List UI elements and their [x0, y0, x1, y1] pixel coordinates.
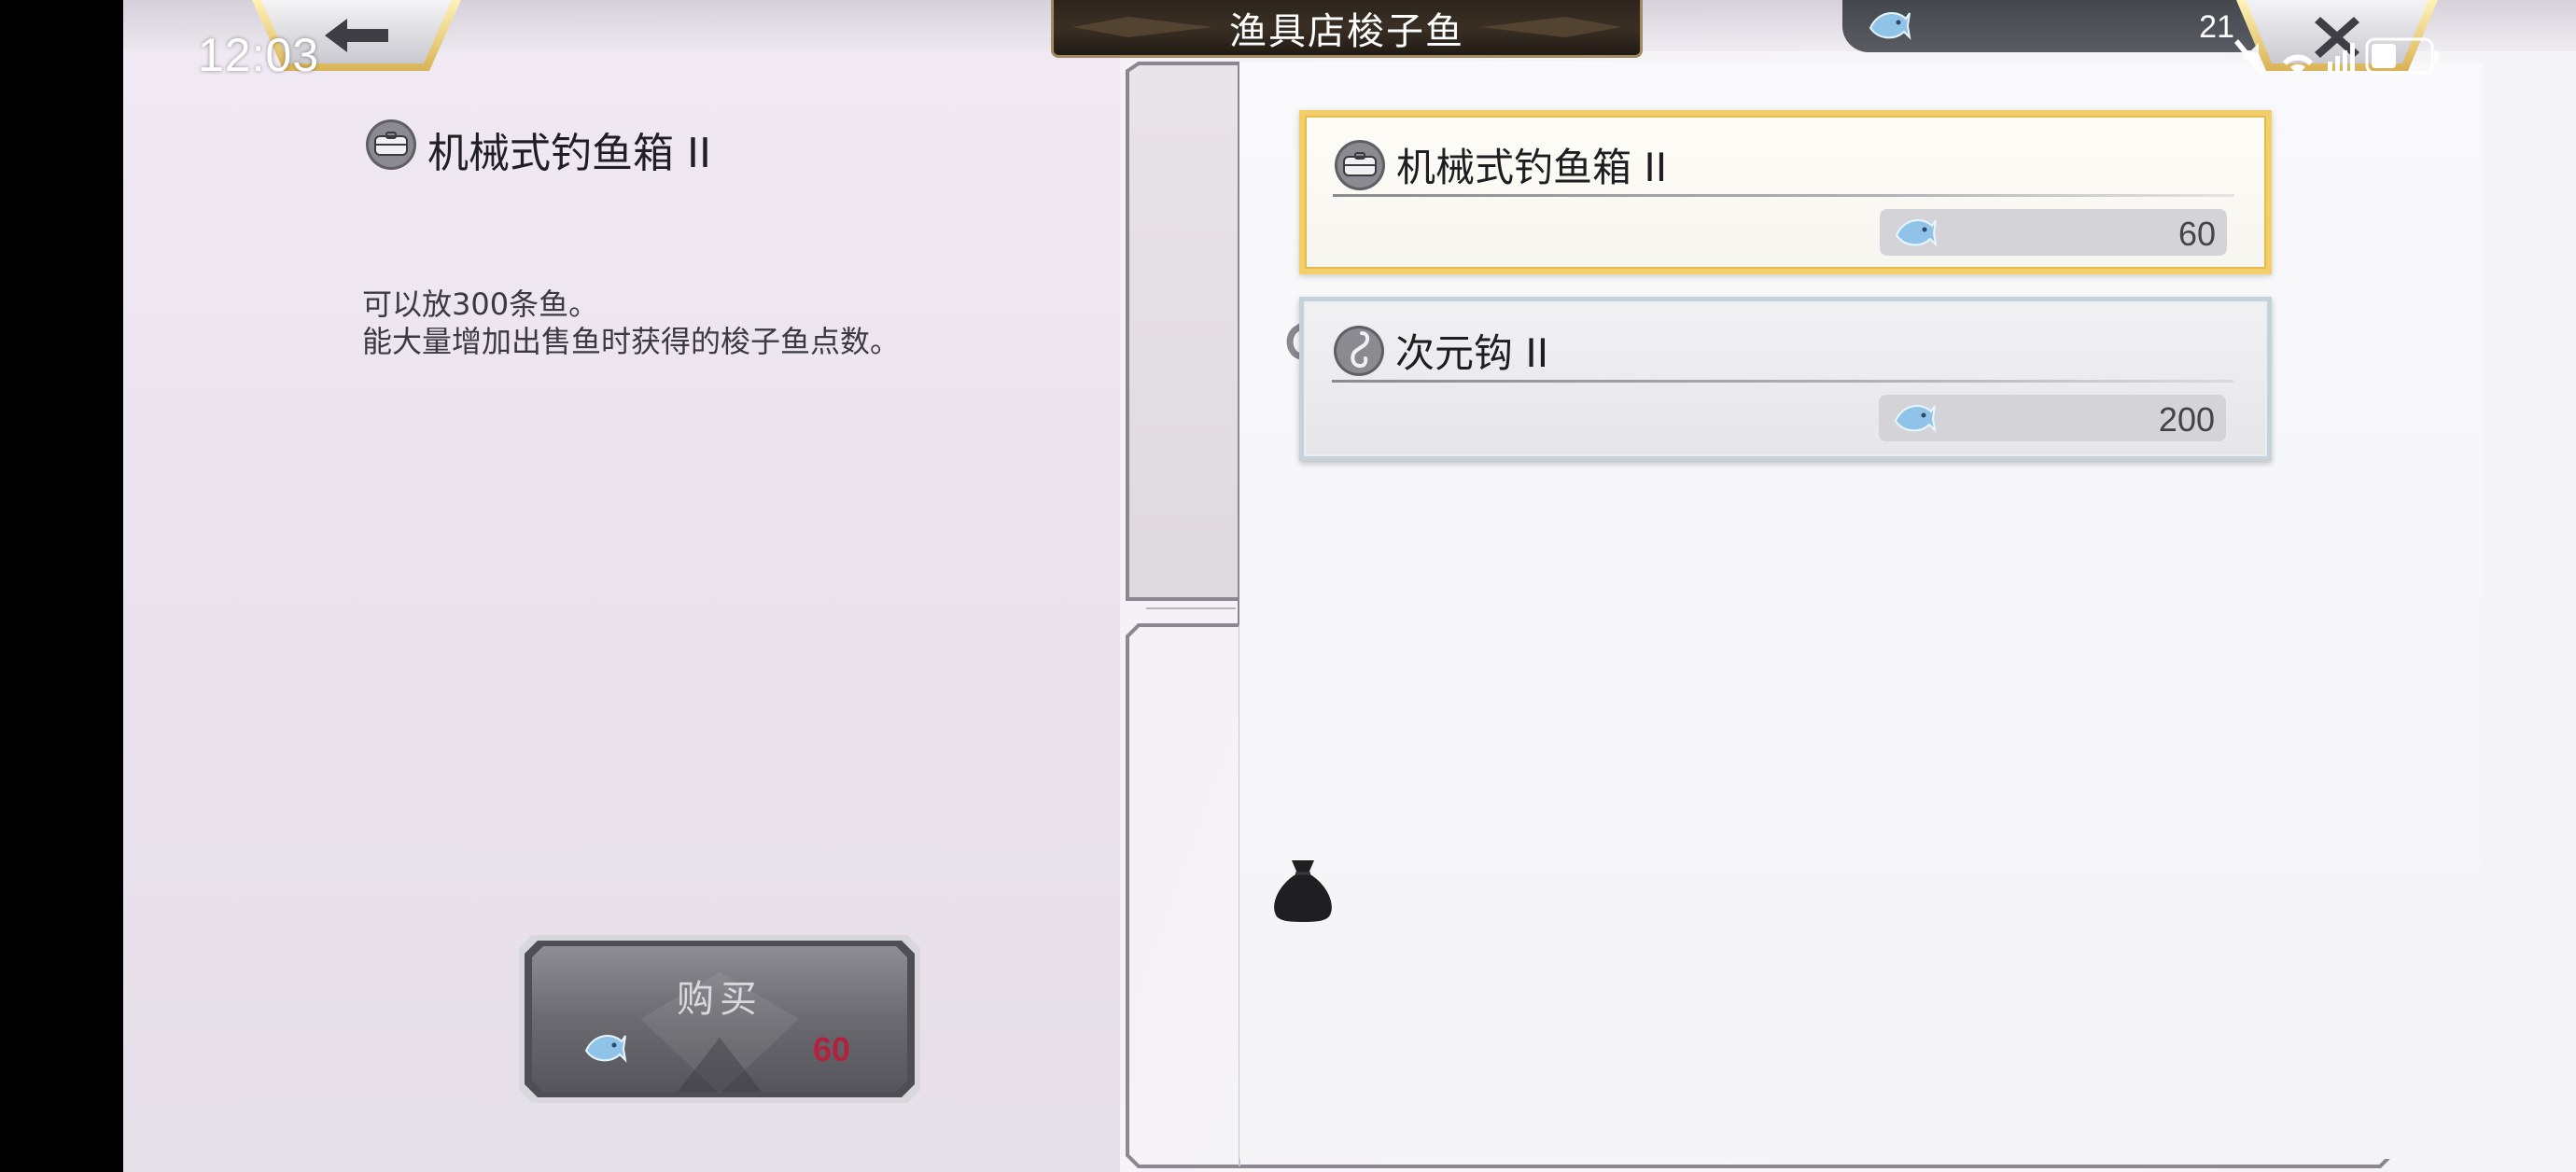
signal-icon: [2328, 62, 2332, 73]
fish-currency-icon: [584, 1035, 627, 1063]
buy-price: 60: [812, 1030, 851, 1068]
divider: [1333, 194, 2234, 197]
shop-item-name: 次元钩 II: [1395, 330, 1549, 376]
currency-value: 21: [2199, 9, 2234, 45]
hook-icon: [1334, 326, 1384, 376]
wifi-icon: [2283, 54, 2313, 65]
shop-item-price: 60: [2177, 215, 2216, 253]
shop-item-name: 机械式钓鱼箱 II: [1396, 145, 1668, 190]
title-left-ornament: [1072, 17, 1212, 37]
fish-currency-icon: [1869, 12, 1911, 40]
divider: [1332, 380, 2233, 383]
price-box: 200: [1879, 395, 2226, 441]
shop-item-tackle-box[interactable]: 机械式钓鱼箱 II 60: [1299, 110, 2272, 274]
buy-label: 购买: [677, 978, 763, 1021]
system-status-icons: [2234, 37, 2439, 75]
price-box: 60: [1880, 209, 2227, 256]
fish-currency-icon: [1894, 405, 1937, 433]
tackle-box-icon: [366, 119, 416, 170]
buy-button[interactable]: 购买 60: [519, 935, 920, 1103]
page-title: 渔具店梭子鱼: [1229, 9, 1464, 53]
status-time: 12:03: [198, 29, 320, 81]
game-view: 12:03 渔具店梭子鱼 21 机械式钓鱼箱 II 可以放300条鱼。 能大量增…: [123, 0, 2576, 1172]
detail-description: 可以放300条鱼。 能大量增加出售鱼时获得的梭子鱼点数。: [362, 286, 900, 360]
screen: 12:03 渔具店梭子鱼 21 机械式钓鱼箱 II 可以放300条鱼。 能大量增…: [0, 0, 2576, 1172]
shop-item-price: 200: [2158, 400, 2215, 439]
tackle-box-icon: [1335, 140, 1385, 190]
title-plate: 渔具店梭子鱼: [1051, 0, 1643, 58]
bag-icon[interactable]: [1269, 855, 1337, 926]
shop-item-dimension-hook[interactable]: 次元钩 II 200: [1299, 297, 2272, 461]
fish-currency-icon: [1895, 219, 1938, 247]
detail-description-line: 可以放300条鱼。: [362, 286, 599, 322]
title-right-ornament: [1481, 17, 1621, 37]
detail-description-line: 能大量增加出售鱼时获得的梭子鱼点数。: [362, 324, 901, 359]
detail-item-name: 机械式钓鱼箱 II: [427, 130, 711, 177]
